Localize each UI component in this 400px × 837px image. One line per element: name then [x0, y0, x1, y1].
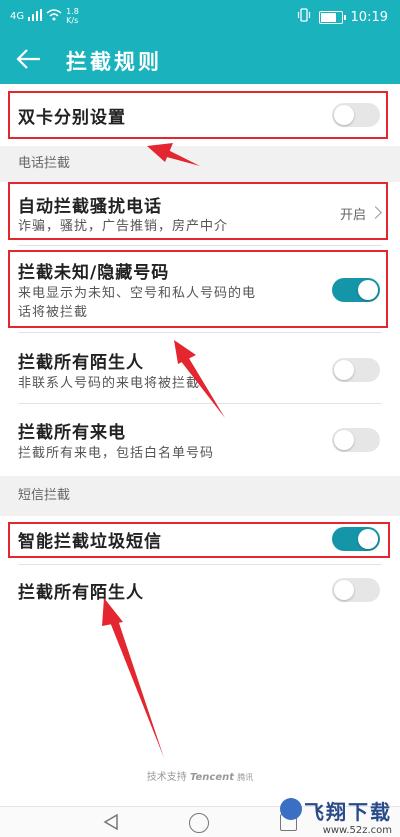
- app-bar: 拦截规则: [0, 34, 400, 84]
- block-all-calls-row[interactable]: 拦截所有来电 拦截所有来电，包括白名单号码: [0, 406, 400, 472]
- block-strangers-toggle[interactable]: [332, 358, 380, 382]
- divider: [18, 564, 382, 565]
- arrow-icon: [108, 614, 164, 758]
- signal-icon: [28, 8, 43, 24]
- network-speed: 1.8 K/s: [66, 7, 79, 25]
- footer: 技术支持 Tencent 腾讯: [0, 768, 400, 783]
- highlight-box: [8, 182, 388, 240]
- watermark-url: www.52z.com: [322, 825, 392, 836]
- nav-back-icon[interactable]: [103, 813, 119, 834]
- sms-block-strangers-row[interactable]: 拦截所有陌生人: [0, 566, 400, 614]
- footer-brand: Tencent: [189, 772, 235, 783]
- block-all-calls-toggle[interactable]: [332, 428, 380, 452]
- divider: [18, 332, 382, 333]
- watermark-title: 飞翔下载: [304, 800, 392, 824]
- divider: [18, 403, 382, 404]
- footer-support: 技术支持: [146, 772, 187, 783]
- section-phone-blocking: 电话拦截: [0, 146, 400, 182]
- nav-home-icon[interactable]: [189, 813, 209, 833]
- highlight-box: [8, 522, 390, 558]
- arrow-left-icon[interactable]: [14, 45, 44, 73]
- page-title: 拦截规则: [66, 50, 162, 74]
- block-all-calls-desc: 拦截所有来电，包括白名单号码: [18, 446, 215, 461]
- divider: [18, 245, 382, 246]
- block-strangers-desc: 非联系人号码的来电将被拦截: [18, 376, 201, 391]
- watermark-logo: [280, 798, 302, 820]
- network-type: 4G: [10, 10, 25, 22]
- highlight-box: [8, 91, 388, 139]
- footer-brand-cn: 腾讯: [237, 773, 254, 782]
- block-all-calls-label: 拦截所有来电: [18, 423, 126, 443]
- status-bar: 4G 1.8 K/s 10:19: [0, 0, 400, 34]
- wifi-icon: [46, 8, 62, 24]
- block-strangers-label: 拦截所有陌生人: [18, 353, 144, 373]
- section-sms-blocking: 短信拦截: [0, 476, 400, 516]
- block-strangers-row[interactable]: 拦截所有陌生人 非联系人号码的来电将被拦截: [0, 336, 400, 400]
- sms-block-strangers-toggle[interactable]: [332, 578, 380, 602]
- highlight-box: [8, 250, 388, 328]
- vibrate-icon: [297, 8, 311, 26]
- battery-icon: [318, 10, 346, 24]
- clock: 10:19: [350, 9, 388, 25]
- watermark: 飞翔下载 www.52z.com: [280, 796, 392, 836]
- sms-block-strangers-label: 拦截所有陌生人: [18, 583, 144, 603]
